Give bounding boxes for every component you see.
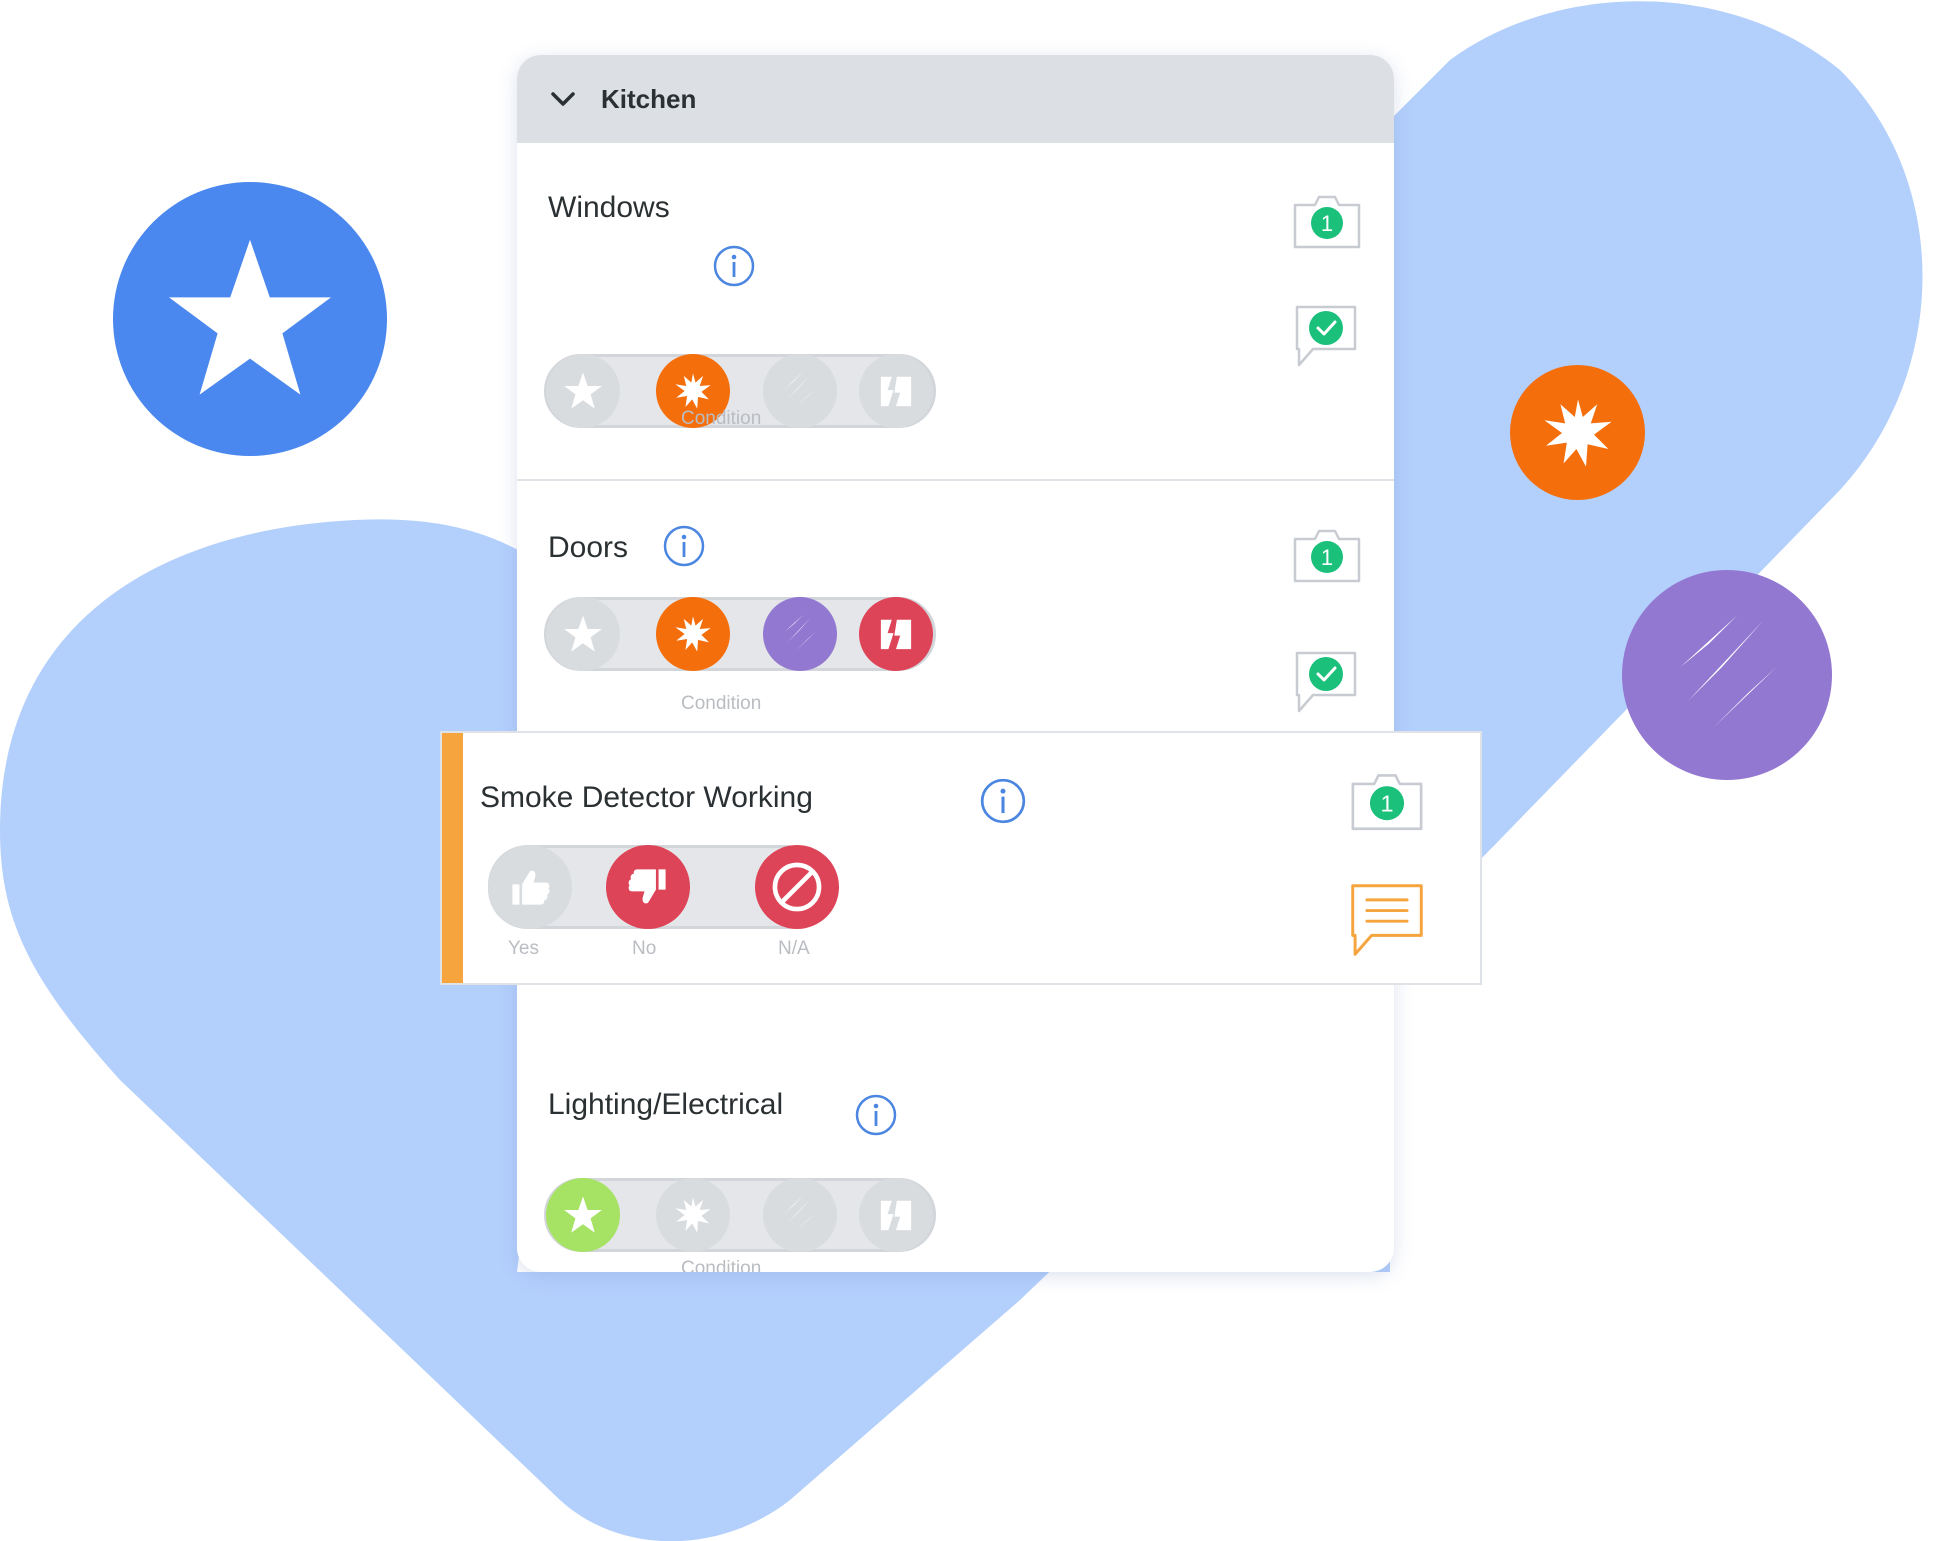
splat-icon [1543, 398, 1612, 467]
item-lighting-electrical: Lighting/Electrical Condition [517, 1035, 1394, 1272]
no-option[interactable] [606, 845, 690, 929]
star-icon [564, 615, 602, 652]
yes-label: Yes [508, 938, 539, 959]
item-title: Smoke Detector Working [480, 781, 813, 814]
splat-icon [675, 1197, 711, 1233]
comment-icon[interactable] [1293, 649, 1359, 715]
info-icon[interactable] [663, 525, 705, 567]
item-smoke-detector: Smoke Detector Working Yes No N/A 1 [440, 731, 1482, 985]
camera-icon[interactable]: 1 [1291, 525, 1363, 585]
broken-option[interactable] [859, 1178, 933, 1252]
condition-caption: Condition [681, 408, 762, 429]
condition-caption: Condition [681, 1258, 762, 1272]
excellent-option[interactable] [546, 1178, 620, 1252]
camera-icon[interactable]: 1 [1291, 191, 1363, 251]
photo-count: 1 [1380, 791, 1393, 817]
item-title: Windows [548, 191, 670, 224]
scratch-icon [1680, 615, 1777, 727]
star-icon [564, 1196, 602, 1233]
na-option[interactable] [755, 845, 839, 929]
star-icon [564, 372, 602, 409]
info-icon[interactable] [855, 1094, 897, 1136]
scratch-icon [784, 371, 816, 408]
splat-icon [675, 616, 711, 652]
stain-splat-badge [1510, 365, 1645, 500]
star-icon [169, 239, 331, 395]
broken-icon [880, 1200, 912, 1231]
section-header[interactable]: Kitchen [517, 55, 1394, 143]
prohibited-icon [772, 862, 822, 912]
no-label: No [632, 938, 657, 959]
scratch-badge [1622, 570, 1832, 780]
scratch-option[interactable] [763, 597, 837, 671]
chevron-down-icon[interactable] [547, 83, 579, 115]
item-title: Lighting/Electrical [548, 1088, 784, 1121]
info-icon[interactable] [980, 778, 1026, 824]
comment-icon[interactable] [1293, 303, 1359, 369]
stain-option[interactable] [656, 597, 730, 671]
scratch-option[interactable] [763, 354, 837, 428]
excellent-option[interactable] [546, 597, 620, 671]
splat-icon [675, 373, 711, 409]
broken-icon [880, 376, 912, 407]
scratch-icon [784, 1195, 816, 1232]
thumbs-down-icon [628, 869, 666, 904]
thumbs-up-icon [512, 870, 550, 905]
yes-option[interactable] [488, 845, 572, 929]
na-label: N/A [778, 938, 810, 959]
stain-option[interactable] [656, 1178, 730, 1252]
info-icon[interactable] [713, 245, 755, 287]
item-windows: Windows Condition 1 [517, 143, 1394, 479]
camera-icon[interactable]: 1 [1348, 769, 1426, 833]
condition-caption: Condition [681, 693, 762, 714]
broken-option[interactable] [859, 597, 933, 671]
photo-count: 1 [1321, 211, 1333, 236]
comment-icon[interactable] [1348, 881, 1426, 959]
excellent-star-badge [113, 182, 387, 456]
inspection-card: Kitchen Windows Condition 1 Doors Condit… [517, 55, 1394, 1272]
section-title: Kitchen [601, 83, 697, 114]
highlight-bar [442, 733, 463, 983]
broken-option[interactable] [859, 354, 933, 428]
scratch-icon [784, 614, 816, 651]
scratch-option[interactable] [763, 1178, 837, 1252]
excellent-option[interactable] [546, 354, 620, 428]
item-title: Doors [548, 531, 629, 564]
photo-count: 1 [1321, 545, 1333, 570]
broken-icon [880, 619, 912, 650]
